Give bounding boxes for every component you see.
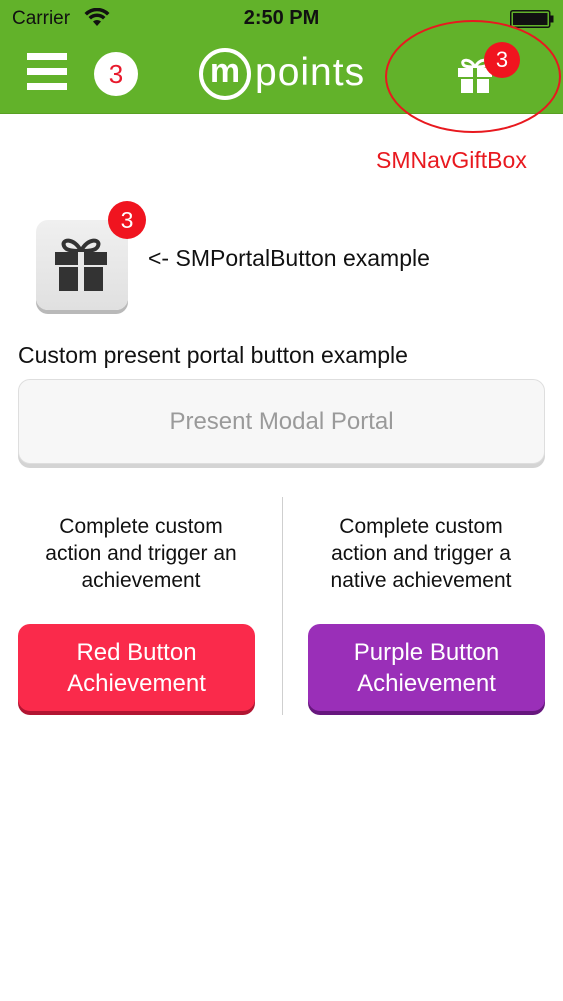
gift-icon bbox=[55, 238, 107, 291]
description-line: achievement bbox=[81, 569, 201, 592]
battery-icon bbox=[510, 10, 554, 28]
description-line: native achievement bbox=[330, 569, 512, 592]
column-divider bbox=[282, 497, 283, 715]
notification-count-badge[interactable]: 3 bbox=[94, 52, 138, 96]
portal-caption: <- SMPortalButton example bbox=[148, 245, 430, 271]
button-label-line1: Purple Button bbox=[353, 639, 500, 666]
portal-count-badge: 3 bbox=[108, 201, 146, 239]
logo-text: points bbox=[255, 51, 366, 94]
present-modal-portal-button[interactable]: Present Modal Portal bbox=[18, 379, 545, 464]
description-line: action and trigger a bbox=[331, 542, 511, 565]
red-achievement-description: Complete custom action and trigger an ac… bbox=[11, 513, 271, 594]
description-line: action and trigger an bbox=[45, 542, 237, 565]
button-label-line1: Red Button bbox=[76, 639, 197, 666]
custom-portal-heading: Custom present portal button example bbox=[18, 342, 408, 368]
app-screen: Carrier 2:50 PM 3 m points 3 SMNavGiftBo… bbox=[0, 0, 563, 1001]
description-line: Complete custom bbox=[59, 515, 223, 538]
purple-achievement-description: Complete custom action and trigger a nat… bbox=[291, 513, 551, 594]
button-label-line2: Achievement bbox=[357, 670, 496, 697]
annotation-ellipse bbox=[385, 20, 561, 133]
hamburger-menu-icon[interactable] bbox=[27, 53, 67, 91]
mpoints-logo: m points bbox=[197, 47, 372, 101]
description-line: Complete custom bbox=[339, 515, 503, 538]
button-label-line2: Achievement bbox=[67, 670, 206, 697]
logo-letter: m bbox=[209, 52, 241, 90]
purple-button-achievement[interactable]: Purple Button Achievement bbox=[308, 624, 545, 711]
red-button-achievement[interactable]: Red Button Achievement bbox=[18, 624, 255, 711]
annotation-label: SMNavGiftBox bbox=[376, 147, 527, 173]
